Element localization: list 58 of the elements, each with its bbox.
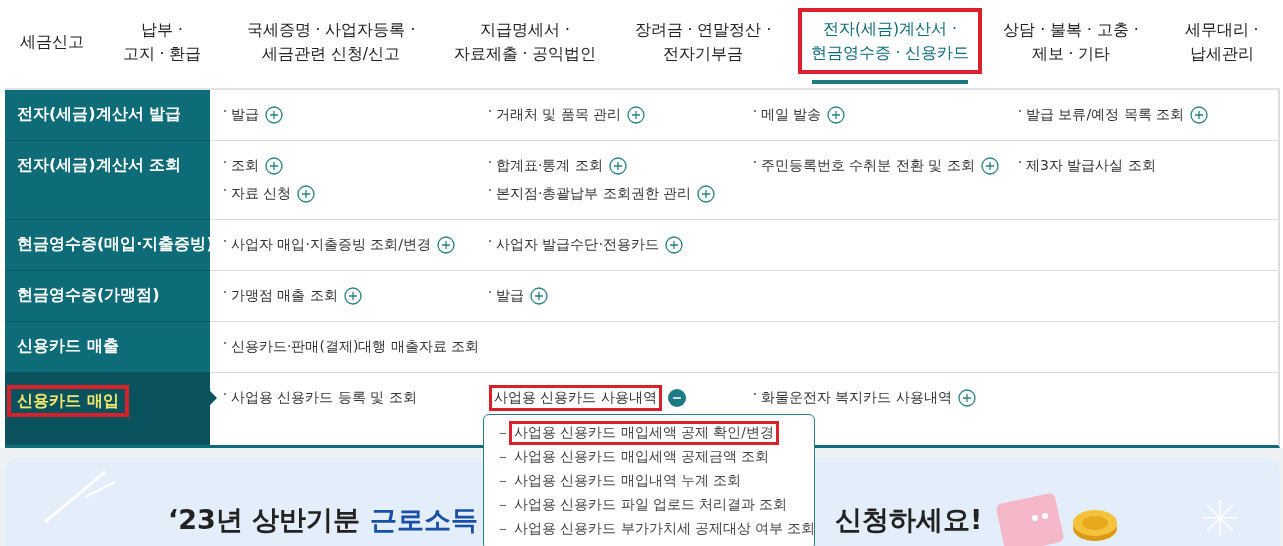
category-link[interactable]: 현금영수증(매입·지출증빙) (11, 232, 220, 256)
plus-icon[interactable] (980, 157, 999, 175)
menu-link[interactable]: 사업자 발급수단·전용카드 (496, 236, 659, 254)
plus-icon[interactable] (627, 106, 646, 124)
plus-icon[interactable] (343, 287, 362, 305)
banner-title: ‘23년 상반기분 근로소득 (168, 503, 478, 537)
menu-link[interactable]: 본지점·총괄납부 조회권한 관리 (496, 185, 692, 203)
plus-icon[interactable] (265, 157, 283, 175)
submenu-link[interactable]: 사업용 신용카드 매입세액 공제 확인/변경 (509, 421, 779, 445)
menu-link[interactable]: 화물운전자 복지카드 사용내역 (761, 389, 952, 407)
menu-link[interactable]: 거래처 및 품목 관리 (496, 106, 622, 124)
menu-link[interactable]: 가맹점 매출 조회 (231, 287, 338, 305)
plus-icon[interactable] (957, 389, 976, 407)
menu-link[interactable]: 조회 (231, 157, 259, 175)
nav-tab[interactable]: 상담 · 불복 · 고충 · 제보 · 기타 (982, 0, 1160, 84)
menu-link[interactable]: 사업자 매입·지출증빙 조회/변경 (231, 236, 432, 254)
plus-icon[interactable] (697, 185, 716, 203)
plus-icon[interactable] (827, 106, 846, 124)
nav-tab[interactable]: 장려금 · 연말정산 · 전자기부금 (608, 0, 798, 84)
menu-link[interactable]: 메일 발송 (761, 106, 822, 124)
menu-link[interactable]: 신용카드·판매(결제)대행 매출자료 조회 (231, 338, 480, 356)
menu-link[interactable]: 사업용 신용카드 사용내역 (489, 385, 662, 411)
submenu-link[interactable]: 사업용 신용카드 매입내역 누계 조회 (514, 472, 742, 490)
menu-link[interactable]: 주민등록번호 수취분 전환 및 조회 (761, 157, 975, 175)
plus-icon[interactable] (664, 236, 683, 254)
submenu-link[interactable]: 사업용 신용카드 부가가치세 공제대상 여부 조회 (514, 520, 816, 538)
category-link[interactable]: 현금영수증(가맹점) (11, 283, 166, 307)
dash-icon (500, 456, 506, 458)
menu-link[interactable]: 자료 신청 (231, 185, 292, 203)
banner-title: 신청하세요! (835, 503, 983, 537)
submenu-link[interactable]: 사업용 신용카드 파일 업로드 처리결과 조회 (514, 496, 788, 514)
dash-icon (500, 432, 506, 434)
category-link[interactable]: 전자(세금)계산서 조회 (11, 153, 188, 177)
nav-tab[interactable]: 지급명세서 · 자료제출 · 공익법인 (442, 0, 608, 84)
dash-icon (500, 480, 506, 482)
menu-link[interactable]: 발급 (231, 106, 259, 124)
dash-icon (500, 528, 506, 530)
menu-link[interactable]: 발급 (496, 287, 524, 305)
plus-icon[interactable] (530, 287, 548, 305)
plus-icon[interactable] (265, 106, 283, 124)
menu-link[interactable]: 합계표·통계 조회 (496, 157, 603, 175)
dash-icon (500, 504, 506, 506)
plus-icon[interactable] (608, 157, 627, 175)
menu-link[interactable]: 발급 보류/예정 목록 조회 (1026, 106, 1185, 124)
menu-link[interactable]: 제3자 발급사실 조회 (1026, 157, 1156, 175)
category-link[interactable]: 신용카드 매출 (11, 334, 125, 358)
nav-tab[interactable]: 세금신고 (0, 0, 104, 84)
plus-icon[interactable] (297, 185, 316, 203)
minus-icon[interactable] (667, 389, 686, 407)
menu-link[interactable]: 사업용 신용카드 등록 및 조회 (231, 389, 417, 407)
sparkle-icon (1200, 498, 1240, 538)
nav-tab[interactable]: 국세증명 · 사업자등록 · 세금관련 신청/신고 (220, 0, 442, 84)
category-link[interactable]: 신용카드 매입 (7, 385, 129, 417)
plus-icon[interactable] (437, 236, 456, 254)
nav-tab[interactable]: 납부 · 고지 · 환급 (104, 0, 220, 84)
nav-tab[interactable]: 세무대리 · 납세관리 (1160, 0, 1283, 84)
category-link[interactable]: 전자(세금)계산서 발급 (11, 102, 188, 126)
plus-icon[interactable] (1190, 106, 1209, 124)
